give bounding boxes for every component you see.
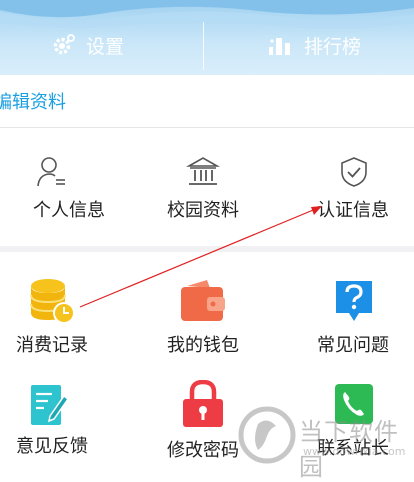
coin-clock-icon [28,277,78,331]
edit-profile-link[interactable]: 编辑资料 [0,88,66,114]
top-bar: 设置 排行榜 [0,0,414,75]
section-separator [0,246,414,252]
consumption-records-label: 消费记录 [16,335,88,356]
watermark-logo-icon [238,406,296,464]
shield-check-icon [340,156,368,192]
school-building-icon [185,156,221,192]
edit-profile-row: 编辑资料 [0,75,414,128]
watermark: 当下软件园 www.downxia.com [236,404,414,481]
faq-item[interactable]: 常见问题 [284,275,414,365]
watermark-url: www.downxia.com [303,445,406,458]
question-icon [333,278,375,328]
lock-icon [181,379,225,432]
my-wallet-item[interactable]: 我的钱包 [134,275,272,365]
campus-info-item[interactable]: 校园资料 [134,148,272,238]
consumption-records-item[interactable]: 消费记录 [0,275,121,365]
topbar-divider [203,22,204,70]
verification-info-label: 认证信息 [317,200,389,221]
ranking-button[interactable]: 排行榜 [268,28,361,62]
person-icon [37,156,67,192]
verification-info-item[interactable]: 认证信息 [284,148,414,238]
ranking-label: 排行榜 [304,35,362,58]
faq-label: 常见问题 [317,335,389,356]
feedback-item[interactable]: 意见反馈 [0,380,121,470]
bar-chart-icon [268,33,294,57]
personal-info-item[interactable]: 个人信息 [0,148,138,238]
settings-button[interactable]: 设置 [50,28,124,62]
gear-icon [50,33,76,57]
settings-label: 设置 [86,35,125,58]
feedback-pen-icon [28,382,70,432]
my-wallet-label: 我的钱包 [167,335,239,356]
personal-info-label: 个人信息 [33,200,105,221]
wallet-icon [179,278,227,328]
campus-info-label: 校园资料 [167,200,239,221]
feedback-label: 意见反馈 [16,436,88,457]
